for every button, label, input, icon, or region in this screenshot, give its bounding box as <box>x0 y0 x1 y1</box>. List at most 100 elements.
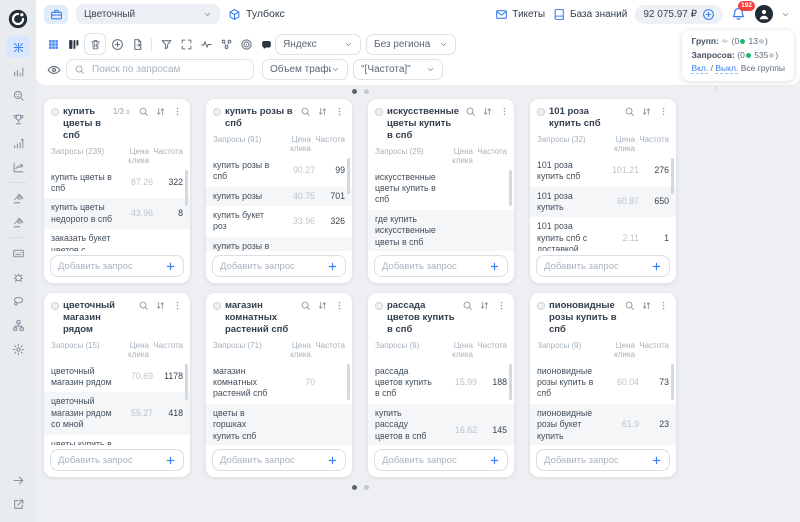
query-row[interactable]: 101 роза купить60.87650 <box>530 187 676 218</box>
card-scrollbar[interactable] <box>509 364 512 400</box>
notifications-button[interactable]: 192 <box>731 6 747 22</box>
traffic-dropdown[interactable]: Объем трафи... <box>262 59 348 80</box>
col-frequency[interactable]: Частота <box>311 341 345 359</box>
query-row[interactable]: 101 роза купить спб101.21276 <box>530 156 676 187</box>
group-menu-icon[interactable] <box>658 106 669 117</box>
group-menu-icon[interactable] <box>658 300 669 311</box>
group-status-dot[interactable] <box>51 108 59 116</box>
avatar[interactable] <box>755 5 773 23</box>
add-query-input[interactable]: Добавить запрос <box>374 449 508 471</box>
group-status-dot[interactable] <box>537 302 545 310</box>
col-price[interactable]: Цена клика <box>269 135 311 153</box>
col-frequency[interactable]: Частота <box>473 341 507 359</box>
query-row[interactable]: искусственные цветы купить в спб <box>368 168 514 210</box>
group-title[interactable]: 101 роза купить спб <box>549 106 618 130</box>
add-query-button[interactable] <box>165 455 176 466</box>
col-queries[interactable]: Запросы (29) <box>375 147 431 165</box>
query-row[interactable]: пионовидные розы купить в спб60.0473 <box>530 362 676 404</box>
group-pager[interactable]: 1/3 <box>113 107 132 116</box>
page-dot-1[interactable] <box>352 89 357 94</box>
col-frequency[interactable]: Частота <box>149 341 183 359</box>
group-sort-icon[interactable] <box>641 300 652 311</box>
query-row[interactable]: цветы в горшках купить спб <box>206 404 352 445</box>
card-scrollbar[interactable] <box>185 170 188 206</box>
target-icon[interactable] <box>237 34 255 54</box>
col-frequency[interactable]: Частота <box>311 135 345 153</box>
group-menu-icon[interactable] <box>496 300 507 311</box>
card-scrollbar[interactable] <box>671 364 674 400</box>
sidebar-item-lasso[interactable] <box>6 290 30 312</box>
query-row[interactable]: рассада цветов купить в спб15.99188 <box>368 362 514 404</box>
search-input[interactable] <box>90 63 246 76</box>
grid-view-icon[interactable] <box>44 34 62 54</box>
col-price[interactable]: Цена клика <box>431 147 473 165</box>
profile-caret-icon[interactable] <box>781 10 790 19</box>
sidebar-item-auction-alt[interactable] <box>6 211 30 233</box>
export-file-icon[interactable] <box>128 34 146 54</box>
page-dot-1[interactable] <box>352 485 357 490</box>
sidebar-item-external-link[interactable] <box>6 493 30 515</box>
query-row[interactable]: где купить искусственные цветы в спб <box>368 210 514 251</box>
sidebar-item-chart-bars[interactable] <box>6 60 30 82</box>
next-page-arrow[interactable]: › <box>714 83 718 95</box>
group-sort-icon[interactable] <box>155 300 166 311</box>
group-title[interactable]: цветочный магазин рядом <box>63 300 132 336</box>
add-query-input[interactable]: Добавить запрос <box>536 255 670 277</box>
group-status-dot[interactable] <box>213 302 221 310</box>
add-query-input[interactable]: Добавить запрос <box>374 255 508 277</box>
sidebar-item-auction[interactable] <box>6 187 30 209</box>
group-sort-icon[interactable] <box>317 106 328 117</box>
page-dot-2[interactable] <box>364 89 369 94</box>
top-up-icon[interactable] <box>702 8 715 21</box>
group-search-icon[interactable] <box>300 106 311 117</box>
sidebar-item-collapse[interactable] <box>6 469 30 491</box>
card-scrollbar[interactable] <box>509 170 512 206</box>
frequency-dropdown[interactable]: "[Частота]" <box>353 59 443 80</box>
add-query-button[interactable] <box>327 261 338 272</box>
sidebar-item-sitemap[interactable] <box>6 314 30 336</box>
group-sort-icon[interactable] <box>482 106 493 117</box>
card-scrollbar[interactable] <box>347 158 350 194</box>
query-row[interactable]: 101 роза купить спб с доставкой2.111 <box>530 217 676 251</box>
pager-stepper-icon[interactable] <box>124 108 132 116</box>
logo-icon[interactable] <box>6 6 30 32</box>
group-status-dot[interactable] <box>51 302 59 310</box>
add-query-button[interactable] <box>489 261 500 272</box>
group-menu-icon[interactable] <box>334 300 345 311</box>
sidebar-item-keyboard[interactable] <box>6 242 30 264</box>
group-search-icon[interactable] <box>465 106 476 117</box>
col-queries[interactable]: Запросы (15) <box>51 341 107 359</box>
sidebar-item-chart-up[interactable] <box>6 132 30 154</box>
enable-all-link[interactable]: Вкл. <box>691 63 708 74</box>
query-row[interactable]: купить розы в спб90.2799 <box>206 156 352 187</box>
sidebar-item-trophy[interactable] <box>6 108 30 130</box>
query-row[interactable]: цветы купить в спб на карте <box>44 435 190 445</box>
add-query-input[interactable]: Добавить запрос <box>212 449 346 471</box>
col-frequency[interactable]: Частота <box>473 147 507 165</box>
region-dropdown[interactable]: Без региона <box>366 34 456 55</box>
query-row[interactable]: купить цветы недорого в спб43.968 <box>44 198 190 229</box>
query-row[interactable]: пионовидные розы букет купить61.923 <box>530 404 676 445</box>
col-queries[interactable]: Запросы (71) <box>213 341 269 359</box>
query-row[interactable]: купить букет роз33.96326 <box>206 206 352 237</box>
group-sort-icon[interactable] <box>317 300 328 311</box>
query-row[interactable]: купить цветы в спб87.26322 <box>44 168 190 199</box>
group-title[interactable]: магазин комнатных растений спб <box>225 300 294 336</box>
add-query-input[interactable]: Добавить запрос <box>50 449 184 471</box>
group-sort-icon[interactable] <box>641 106 652 117</box>
group-title[interactable]: купить розы в спб <box>225 106 294 130</box>
tickets-link[interactable]: Тикеты <box>495 8 545 21</box>
add-query-button[interactable] <box>165 261 176 272</box>
group-menu-icon[interactable] <box>172 300 183 311</box>
group-title[interactable]: купить цветы в спб <box>63 106 109 142</box>
col-price[interactable]: Цена клика <box>107 147 149 165</box>
col-frequency[interactable]: Частота <box>635 341 669 359</box>
col-price[interactable]: Цена клика <box>593 135 635 153</box>
col-price[interactable]: Цена клика <box>107 341 149 359</box>
query-row[interactable]: заказать букет цветов с доставкой в спб2… <box>44 229 190 251</box>
col-queries[interactable]: Запросы (9) <box>375 341 431 359</box>
disable-all-link[interactable]: Выкл. <box>715 63 738 74</box>
query-row[interactable]: цветочный магазин рядом70.691178 <box>44 362 190 393</box>
sidebar-item-search-user[interactable] <box>6 84 30 106</box>
add-query-button[interactable] <box>651 261 662 272</box>
